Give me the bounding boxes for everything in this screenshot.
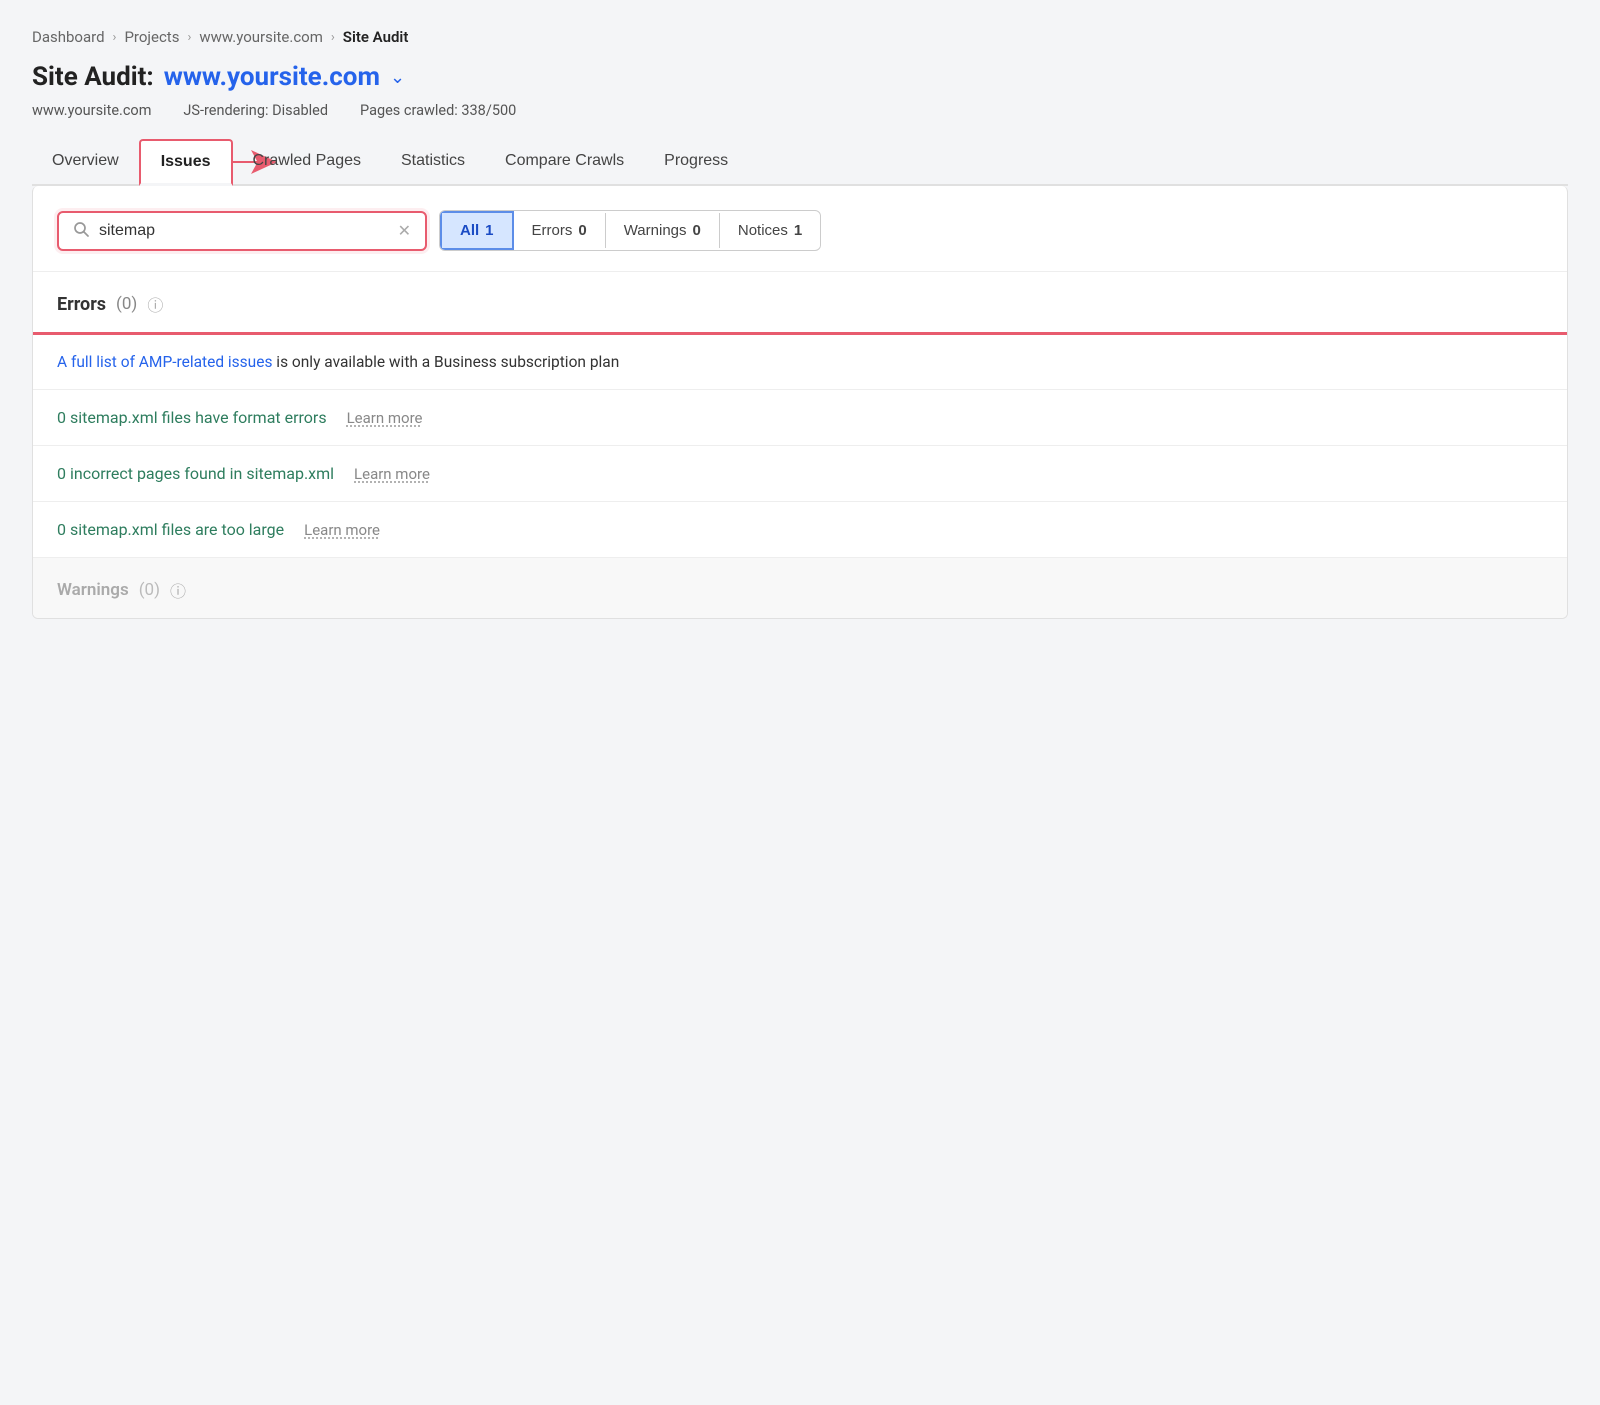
sitemap-large-link[interactable]: 0 sitemap.xml files are too large bbox=[57, 520, 284, 539]
breadcrumb-sep-1: › bbox=[113, 30, 117, 45]
tab-progress[interactable]: Progress bbox=[644, 140, 748, 185]
sitemap-format-learn-more[interactable]: Learn more bbox=[347, 409, 423, 427]
filter-btn-notices[interactable]: Notices 1 bbox=[720, 213, 820, 248]
breadcrumb-sep-2: › bbox=[187, 30, 191, 45]
breadcrumb-site[interactable]: www.yoursite.com bbox=[199, 28, 323, 46]
errors-info-icon[interactable]: ⓘ bbox=[147, 292, 163, 316]
filter-all-count: 1 bbox=[485, 222, 493, 239]
content-card: ✕ All 1 Errors 0 bbox=[32, 186, 1568, 619]
search-box[interactable]: ✕ bbox=[57, 211, 427, 251]
errors-count: (0) bbox=[116, 294, 137, 314]
filter-btn-all[interactable]: All 1 bbox=[440, 211, 514, 250]
sitemap-incorrect-row: 0 incorrect pages found in sitemap.xml L… bbox=[33, 446, 1567, 502]
breadcrumb-projects[interactable]: Projects bbox=[124, 28, 179, 46]
sitemap-incorrect-link[interactable]: 0 incorrect pages found in sitemap.xml bbox=[57, 464, 334, 483]
warnings-count: (0) bbox=[139, 580, 160, 600]
breadcrumb-current: Site Audit bbox=[343, 28, 409, 46]
page-title-site[interactable]: www.yoursite.com bbox=[164, 62, 380, 92]
search-input[interactable] bbox=[99, 222, 392, 240]
filter-btn-errors[interactable]: Errors 0 bbox=[514, 213, 606, 248]
sitemap-large-row: 0 sitemap.xml files are too large Learn … bbox=[33, 502, 1567, 557]
filter-btn-warnings[interactable]: Warnings 0 bbox=[606, 213, 720, 248]
errors-title: Errors bbox=[57, 294, 106, 315]
sitemap-format-row: 0 sitemap.xml files have format errors L… bbox=[33, 390, 1567, 446]
filter-warnings-label: Warnings bbox=[624, 222, 687, 239]
breadcrumb: Dashboard › Projects › www.yoursite.com … bbox=[32, 28, 1568, 46]
filter-buttons: All 1 Errors 0 Warnings 0 bbox=[439, 210, 821, 251]
tab-crawled-pages[interactable]: Crawled Pages bbox=[233, 140, 382, 185]
amp-notice-row: A full list of AMP-related issues is onl… bbox=[33, 335, 1567, 390]
breadcrumb-sep-3: › bbox=[331, 30, 335, 45]
filter-errors-count: 0 bbox=[578, 222, 586, 239]
site-dropdown-icon[interactable]: ⌄ bbox=[390, 67, 405, 88]
filter-warnings-count: 0 bbox=[693, 222, 701, 239]
tabs-bar: Overview Issues Crawled Pages Statistics… bbox=[32, 139, 1568, 186]
meta-js-rendering: JS-rendering: Disabled bbox=[183, 102, 328, 119]
warnings-title: Warnings bbox=[57, 580, 129, 600]
sitemap-incorrect-learn-more[interactable]: Learn more bbox=[354, 465, 430, 483]
warnings-section-header: Warnings (0) ⓘ bbox=[33, 557, 1567, 618]
filter-notices-label: Notices bbox=[738, 222, 788, 239]
search-icon bbox=[73, 221, 89, 241]
filter-all-label: All bbox=[460, 222, 479, 239]
tab-issues[interactable]: Issues bbox=[139, 139, 233, 186]
warnings-info-icon[interactable]: ⓘ bbox=[170, 578, 186, 602]
breadcrumb-dashboard[interactable]: Dashboard bbox=[32, 28, 105, 46]
tabs-wrapper: Overview Issues Crawled Pages Statistics… bbox=[32, 139, 1568, 186]
page-title-static: Site Audit: bbox=[32, 62, 154, 92]
tab-compare-crawls[interactable]: Compare Crawls bbox=[485, 140, 644, 185]
tab-overview[interactable]: Overview bbox=[32, 140, 139, 185]
amp-notice-text: is only available with a Business subscr… bbox=[272, 353, 619, 371]
sitemap-large-learn-more[interactable]: Learn more bbox=[304, 521, 380, 539]
errors-section: Errors (0) ⓘ A full list of AMP-related … bbox=[33, 272, 1567, 557]
filter-notices-count: 1 bbox=[794, 222, 802, 239]
search-clear-icon[interactable]: ✕ bbox=[398, 221, 411, 240]
amp-link[interactable]: A full list of AMP-related issues bbox=[57, 353, 272, 371]
meta-row: www.yoursite.com JS-rendering: Disabled … bbox=[32, 102, 1568, 119]
meta-site: www.yoursite.com bbox=[32, 102, 151, 119]
tab-statistics[interactable]: Statistics bbox=[381, 140, 485, 185]
page-title-row: Site Audit: www.yoursite.com ⌄ bbox=[32, 62, 1568, 92]
filter-errors-label: Errors bbox=[532, 222, 573, 239]
meta-pages-crawled: Pages crawled: 338/500 bbox=[360, 102, 516, 119]
sitemap-format-link[interactable]: 0 sitemap.xml files have format errors bbox=[57, 408, 327, 427]
filter-bar: ✕ All 1 Errors 0 bbox=[33, 186, 1567, 272]
errors-section-header: Errors (0) ⓘ bbox=[33, 272, 1567, 332]
